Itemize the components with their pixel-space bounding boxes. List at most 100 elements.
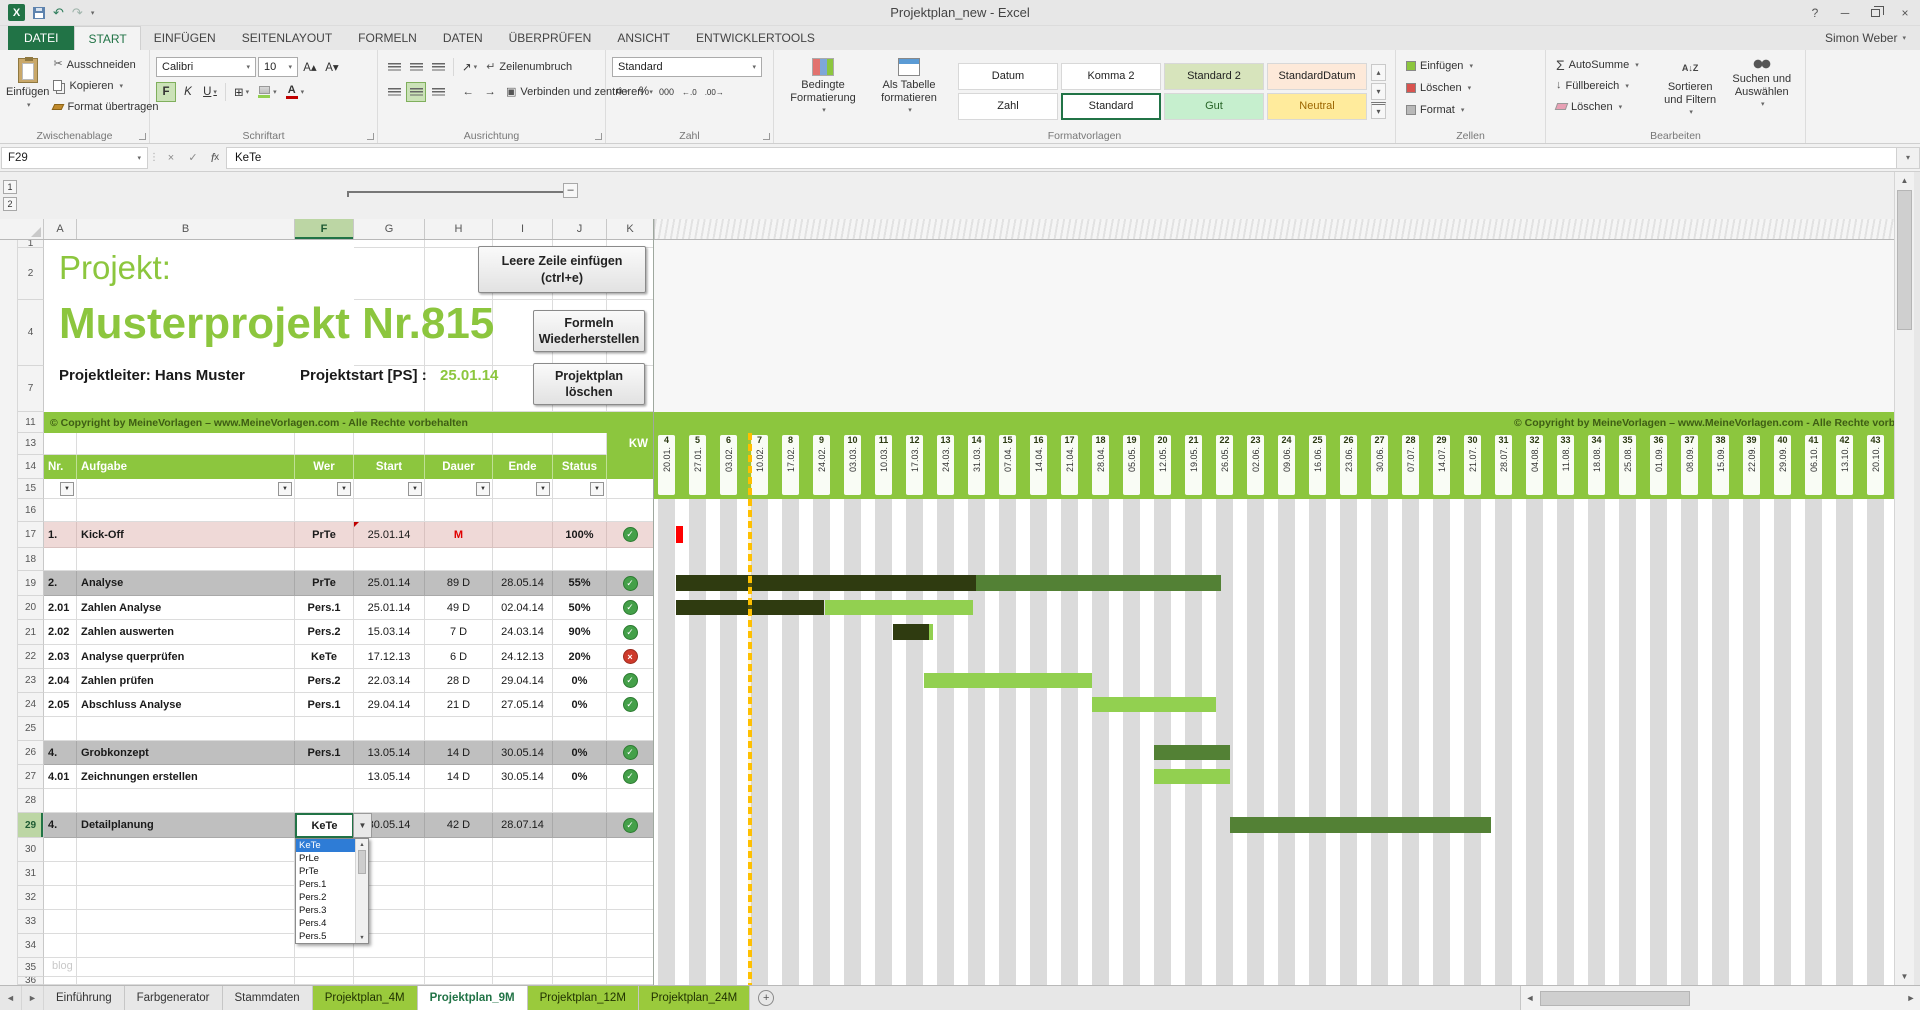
cell-H16[interactable] — [425, 499, 493, 522]
column-header-I[interactable]: I — [493, 219, 553, 239]
cell-K32[interactable] — [607, 886, 654, 910]
row-header-34[interactable]: 34 — [18, 934, 44, 958]
row-header-2[interactable]: 2 — [18, 248, 44, 300]
align-center-icon[interactable] — [406, 82, 426, 102]
cell-A29[interactable]: 4. — [44, 813, 77, 838]
cell-I20[interactable]: 02.04.14 — [493, 596, 553, 620]
row-header-14[interactable]: 14 — [18, 455, 44, 479]
row-header-17[interactable]: 17 — [18, 522, 44, 548]
format-as-table-button[interactable]: Als Tabelle formatieren▾ — [866, 55, 952, 115]
cell-B26[interactable]: Grobkonzept — [77, 741, 295, 765]
sheet-tab-Projektplan_9M[interactable]: Projektplan_9M — [418, 986, 528, 1010]
cell-B30[interactable] — [77, 838, 295, 862]
ribbon-tab-seitenlayout[interactable]: SEITENLAYOUT — [229, 26, 345, 50]
cell-A18[interactable] — [44, 548, 77, 571]
cell-B21[interactable]: Zahlen auswerten — [77, 620, 295, 645]
cell-H25[interactable] — [425, 717, 493, 741]
cell-F19[interactable]: PrTe — [295, 571, 354, 596]
cell-K22[interactable]: × — [607, 645, 654, 669]
cell-F35[interactable] — [295, 958, 354, 977]
dropdown-scroll-down-icon[interactable]: ▼ — [356, 932, 368, 943]
cell-B36[interactable] — [77, 977, 295, 985]
filter-button-B[interactable]: ▼ — [278, 482, 292, 496]
cell-J19[interactable]: 55% — [553, 571, 607, 596]
cell-K25[interactable] — [607, 717, 654, 741]
cell-F28[interactable] — [295, 789, 354, 813]
insert-cells-button[interactable]: Einfügen▾ — [1402, 56, 1539, 75]
cancel-icon[interactable]: × — [160, 147, 182, 169]
cell-G13[interactable] — [354, 433, 425, 455]
scroll-left-icon[interactable]: ◄ — [1521, 993, 1539, 1003]
expand-formula-bar-icon[interactable]: ▾ — [1896, 147, 1920, 169]
filter-button-I[interactable]: ▼ — [536, 482, 550, 496]
align-right-icon[interactable] — [428, 82, 448, 102]
cell-H13[interactable] — [425, 433, 493, 455]
cell-I35[interactable] — [493, 958, 553, 977]
name-box[interactable]: F29▾ — [1, 147, 148, 169]
cell-H35[interactable] — [425, 958, 493, 977]
cell-H17[interactable]: M — [425, 522, 493, 548]
cell-B18[interactable] — [77, 548, 295, 571]
align-left-icon[interactable] — [384, 82, 404, 102]
cell-H27[interactable]: 14 D — [425, 765, 493, 789]
sort-filter-button[interactable]: A↓Z Sortieren und Filtern▾ — [1656, 55, 1725, 117]
style-item[interactable]: Komma 2 — [1061, 63, 1161, 90]
sheet-tab-Projektplan_12M[interactable]: Projektplan_12M — [528, 986, 639, 1010]
cell-A19[interactable]: 2. — [44, 571, 77, 596]
ribbon-tab-datei[interactable]: DATEI — [8, 26, 74, 50]
cell-J20[interactable]: 50% — [553, 596, 607, 620]
fill-button[interactable]: ↓Füllbereich▾ — [1552, 76, 1656, 95]
copy-button[interactable]: Kopieren▾ — [49, 76, 162, 95]
find-select-button[interactable]: Suchen und Auswählen▾ — [1724, 55, 1799, 109]
format-cells-button[interactable]: Format▾ — [1402, 100, 1539, 119]
comma-style-icon[interactable]: 000 — [656, 82, 677, 102]
cell-G19[interactable]: 25.01.14 — [354, 571, 425, 596]
column-header-F[interactable]: F — [295, 219, 354, 239]
cell-G24[interactable]: 29.04.14 — [354, 693, 425, 717]
increase-indent-icon[interactable]: → — [480, 82, 500, 102]
cell-I31[interactable] — [493, 862, 553, 886]
align-middle-icon[interactable] — [406, 57, 426, 77]
cell-J25[interactable] — [553, 717, 607, 741]
cell-I23[interactable]: 29.04.14 — [493, 669, 553, 693]
increase-decimal-icon[interactable]: ←.0 — [679, 82, 700, 102]
filter-button-F[interactable]: ▼ — [337, 482, 351, 496]
decrease-font-icon[interactable]: A▾ — [322, 57, 342, 77]
cell-K28[interactable] — [607, 789, 654, 813]
decrease-decimal-icon[interactable]: .00→ — [702, 82, 727, 102]
insert-function-icon[interactable]: fx — [204, 147, 226, 169]
cell-F18[interactable] — [295, 548, 354, 571]
column-header-K[interactable]: K — [607, 219, 654, 239]
cell-G25[interactable] — [354, 717, 425, 741]
style-item[interactable]: Neutral — [1267, 93, 1367, 120]
column-header-G[interactable]: G — [354, 219, 425, 239]
cell-A1[interactable] — [44, 240, 77, 248]
cell-I27[interactable]: 30.05.14 — [493, 765, 553, 789]
dropdown-option-Pers.5[interactable]: Pers.5 — [296, 930, 355, 943]
cell-B13[interactable] — [77, 433, 295, 455]
dropdown-option-Pers.1[interactable]: Pers.1 — [296, 878, 355, 891]
row-header-19[interactable]: 19 — [18, 571, 44, 596]
row-header-25[interactable]: 25 — [18, 717, 44, 741]
cell-A20[interactable]: 2.01 — [44, 596, 77, 620]
cell-H33[interactable] — [425, 910, 493, 934]
cell-F29[interactable]: KeTe▼ — [295, 813, 354, 838]
paste-button[interactable]: Einfügen ▾ — [6, 55, 49, 109]
cell-J27[interactable]: 0% — [553, 765, 607, 789]
cell-F16[interactable] — [295, 499, 354, 522]
cell-J28[interactable] — [553, 789, 607, 813]
cell-A22[interactable]: 2.03 — [44, 645, 77, 669]
cell-A24[interactable]: 2.05 — [44, 693, 77, 717]
delete-projectplan-button[interactable]: Projektplan löschen — [533, 363, 645, 405]
cut-button[interactable]: ✂Ausschneiden — [49, 55, 162, 74]
row-header-27[interactable]: 27 — [18, 765, 44, 789]
outline-level-1-button[interactable]: 1 — [3, 180, 17, 194]
alignment-dialog-launcher-icon[interactable] — [595, 133, 602, 140]
sheet-tab-Stammdaten[interactable]: Stammdaten — [223, 986, 313, 1010]
dropdown-option-Pers.4[interactable]: Pers.4 — [296, 917, 355, 930]
cell-J16[interactable] — [553, 499, 607, 522]
cell-J33[interactable] — [553, 910, 607, 934]
sheet-nav-left-icon[interactable]: ◄ — [0, 986, 22, 1010]
cell-I36[interactable] — [493, 977, 553, 985]
row-header-22[interactable]: 22 — [18, 645, 44, 669]
